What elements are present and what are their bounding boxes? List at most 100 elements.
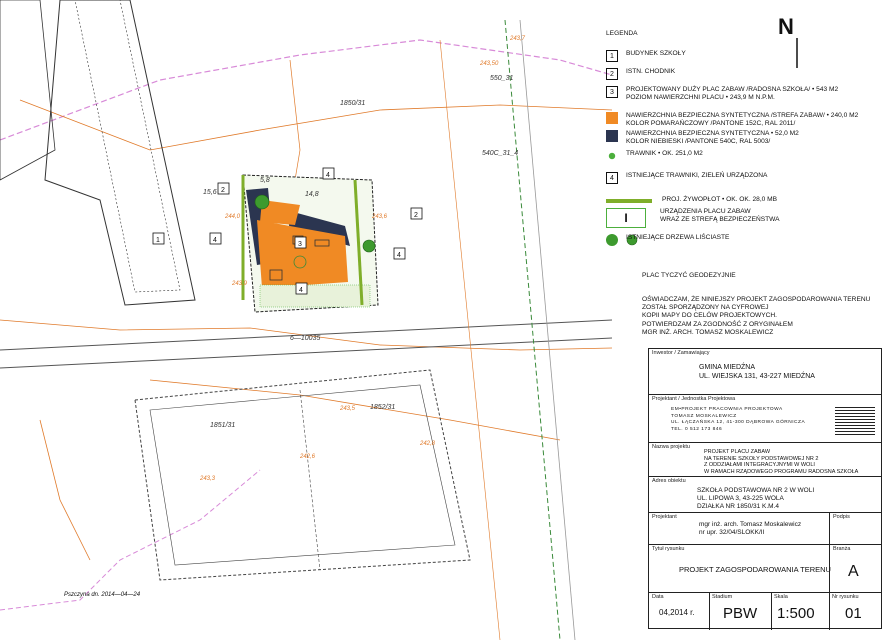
- elevation-label: 243,6: [371, 214, 388, 220]
- branch-caption: Branża: [833, 546, 851, 552]
- marker-label: 4: [397, 252, 401, 259]
- stage-value: PBW: [723, 605, 758, 622]
- elevation-label: 242,6: [299, 454, 316, 460]
- contour-line: [19, 99, 613, 151]
- legend-text: URZĄDZENIA PLACU ZABAW WRAZ ZE STREFĄ BE…: [660, 208, 780, 223]
- legend-text: ISTNIEJĄCE TRAWNIKI, ZIELEŃ URZĄDZONA: [626, 172, 768, 179]
- marker-label: 4: [326, 172, 330, 179]
- investor-value: GMINA MIEDŹNA UL. WIEJSKA 131, 43-227 MI…: [699, 364, 815, 380]
- investor-caption: Inwestor / Zamawiający: [652, 350, 710, 356]
- scale-caption: Skala: [774, 594, 788, 600]
- author-row: Projektant mgr inż. arch. Tomasz Moskale…: [649, 513, 881, 545]
- company-logo: [835, 405, 875, 435]
- dimension-label: 5,8: [260, 177, 270, 184]
- legend-title: LEGENDA: [606, 30, 638, 37]
- legend-text: ISTN. CHODNIK: [626, 68, 676, 75]
- elevation-label: 243,9: [231, 281, 248, 287]
- plot-divider: [299, 389, 321, 571]
- grass-area: [259, 284, 371, 308]
- legend-marker: 3: [606, 86, 618, 98]
- navy-swatch: [606, 130, 618, 142]
- date-caption: Data: [652, 594, 664, 600]
- elevation-label: 243,3: [199, 476, 216, 482]
- date-value: 04,2014 r.: [659, 608, 695, 617]
- plot-label: 550_31: [490, 75, 513, 82]
- parking-lot: [134, 369, 471, 581]
- dimension-label: 15,6: [203, 189, 217, 196]
- branch-cell: Branża A: [829, 545, 884, 593]
- plot-boundary: [0, 39, 613, 141]
- legend-item: 1 BUDYNEK SZKOŁY: [606, 50, 686, 62]
- designer-row: Projektant / Jednostka Projektowa EM•PRO…: [649, 395, 881, 443]
- plot-label: 1851/31: [210, 422, 235, 429]
- elevation-label: 243,5: [339, 406, 356, 412]
- elevation-label: 243,50: [479, 61, 499, 67]
- marker-label: 1: [156, 237, 160, 244]
- hedge-icon: [606, 199, 652, 203]
- confirmation-text: POTWIERDZAM ZA ZGODNOŚĆ Z ORYGINAŁEM mgr…: [642, 321, 793, 336]
- grass-icon: [606, 150, 618, 162]
- info-row: Data 04,2014 r. Stadium PBW Skala 1:500 …: [649, 593, 881, 630]
- sheet-no-caption: Nr rysunku: [832, 594, 859, 600]
- address-caption: Adres obiektu: [652, 478, 686, 484]
- plot-label: 1850/31: [340, 100, 365, 107]
- legend-item: 2 ISTN. CHODNIK: [606, 68, 675, 80]
- elevation-label: 242,8: [419, 441, 436, 447]
- sign-caption: Podpis: [833, 514, 850, 520]
- project-row: Nazwa projektu PROJEKT PLACU ZABAW NA TE…: [649, 443, 881, 477]
- legend-item: ISTNIEJĄCE DRZEWA LIŚCIASTE: [606, 234, 729, 246]
- utility-line: [504, 19, 561, 641]
- play-device-icon: I: [606, 208, 646, 228]
- address-row: Adres obiektu SZKOŁA PODSTAWOWA NR 2 W W…: [649, 477, 881, 513]
- stage-caption: Stadium: [712, 594, 733, 600]
- date-cell: Data 04,2014 r.: [649, 593, 710, 630]
- legend-item: NAWIERZCHNIA BEZPIECZNA SYNTETYCZNA • 52…: [606, 130, 799, 146]
- plot-label: 1852/31: [370, 404, 395, 411]
- legend: LEGENDA 1 BUDYNEK SZKOŁY 2 ISTN. CHODNIK…: [606, 30, 890, 276]
- stage-cell: Stadium PBW: [709, 593, 772, 630]
- legend-item: I URZĄDZENIA PLACU ZABAW WRAZ ZE STREFĄ …: [606, 208, 780, 228]
- utility-line: [519, 19, 576, 641]
- sheet-title-caption: Tytuł rysunku: [652, 546, 685, 552]
- road-label: 6—10035: [290, 335, 320, 342]
- project-value: PROJEKT PLACU ZABAW NA TERENIE SZKOŁY PO…: [704, 449, 859, 475]
- elevation-label: 244,0: [224, 214, 241, 220]
- legend-text: ISTNIEJĄCE DRZEWA LIŚCIASTE: [626, 234, 730, 241]
- scale-cell: Skala 1:500: [771, 593, 830, 630]
- designer-caption: Projektant / Jednostka Projektowa: [652, 396, 736, 402]
- legend-text: NAWIERZCHNIA BEZPIECZNA SYNTETYCZNA • 52…: [626, 130, 799, 145]
- marker-label: 3: [298, 241, 302, 248]
- address-value: SZKOŁA PODSTAWOWA NR 2 W WOLI UL. Lipowa…: [697, 487, 815, 510]
- legend-item: 3 PROJEKTOWANY DUŻY PLAC ZABAW /RADOSNA …: [606, 86, 838, 102]
- legend-marker: 4: [606, 172, 618, 184]
- legend-item: PROJ. ŻYWOPŁOT • ok. ok. 28,0 mb: [606, 196, 777, 204]
- legend-marker: 1: [606, 50, 618, 62]
- plot-boundary: [0, 469, 261, 611]
- marker-label: 2: [414, 212, 418, 219]
- tree-icon: [606, 234, 618, 246]
- date-note: Pszczyna dn. 2014—04—24: [64, 592, 141, 598]
- legend-text: BUDYNEK SZKOŁY: [626, 50, 686, 57]
- author-caption: Projektant: [652, 514, 677, 520]
- sheet-title-row: Tytuł rysunku PROJEKT ZAGOSPODAROWANIA T…: [649, 545, 881, 593]
- marker-label: 2: [221, 187, 225, 194]
- legend-text: PROJ. ŻYWOPŁOT • ok. ok. 28,0 mb: [662, 196, 778, 203]
- sheet-no-cell: Nr rysunku 01: [829, 593, 883, 630]
- dimension-label: 14,8: [305, 191, 319, 198]
- survey-note: PLAC TYCZYĆ GEODEZYJNIE: [642, 272, 736, 279]
- declaration-text: OŚWIADCZAM, ŻE NINIEJSZY PROJEKT ZAGOSPO…: [642, 296, 871, 319]
- author-value: mgr inż. arch. Tomasz Moskalewicz nr upr…: [699, 521, 802, 536]
- legend-item: TRAWNIK • ok. 251,0 m2: [606, 150, 703, 162]
- project-caption: Nazwa projektu: [652, 444, 690, 450]
- legend-item: NAWIERZCHNIA BEZPIECZNA SYNTETYCZNA /STR…: [606, 112, 858, 128]
- legend-item: 4 ISTNIEJĄCE TRAWNIKI, ZIELEŃ URZĄDZONA: [606, 172, 767, 184]
- marker-label: 4: [213, 237, 217, 244]
- road-edge: [0, 337, 613, 369]
- branch-value: A: [848, 563, 859, 580]
- investor-row: Inwestor / Zamawiający GMINA MIEDŹNA UL.…: [649, 349, 881, 395]
- orange-swatch: [606, 112, 618, 124]
- school-building: [44, 0, 196, 306]
- sign-cell: Podpis: [829, 513, 884, 545]
- contour-line: [39, 419, 91, 561]
- sheet-no-value: 01: [845, 605, 862, 622]
